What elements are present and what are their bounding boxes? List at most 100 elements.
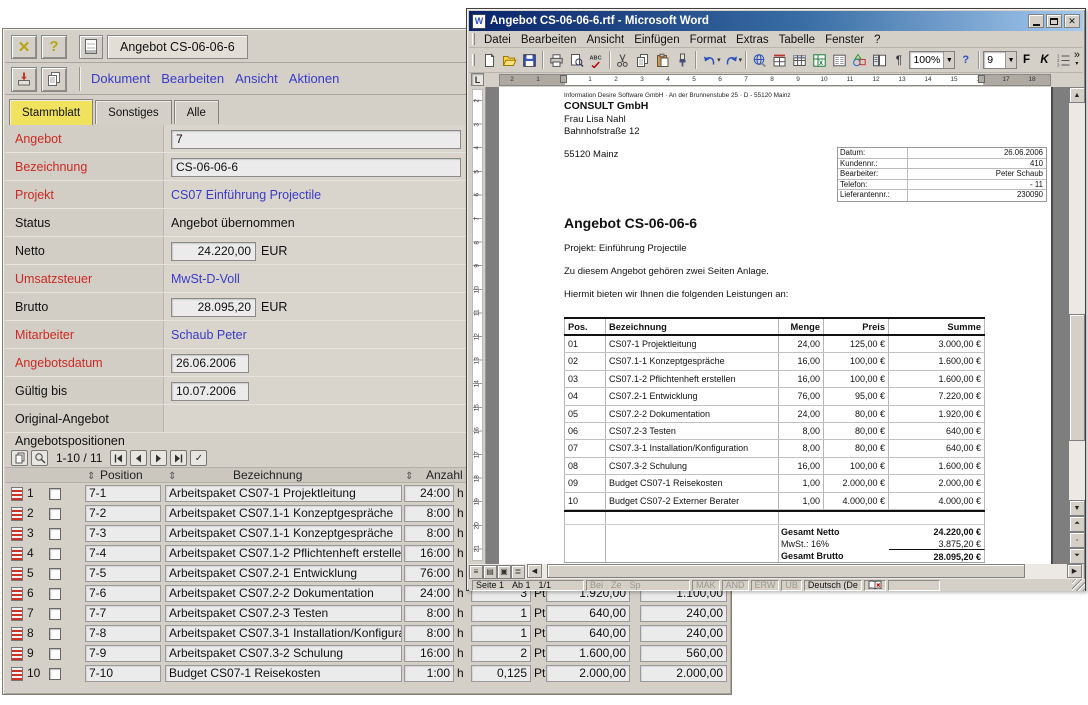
position-cell[interactable]: 7-9 — [85, 645, 161, 662]
spelling-status-segment[interactable] — [864, 580, 886, 591]
word-menu-item[interactable]: Datei — [479, 34, 516, 46]
bezeichnung-cell[interactable]: Arbeitspaket CS07.2-1 Entwicklung — [165, 565, 402, 582]
minimize-icon[interactable] — [1028, 14, 1044, 28]
app-menu-item[interactable]: Bearbeiten — [161, 71, 224, 86]
date-input[interactable]: 10.07.2006 — [171, 382, 249, 401]
normal-view-icon[interactable]: ≡ — [469, 565, 483, 579]
row-checkbox[interactable] — [49, 608, 61, 620]
new-document-icon[interactable] — [480, 50, 499, 70]
days-cell[interactable]: 1 — [471, 605, 531, 622]
row-checkbox[interactable] — [49, 508, 61, 520]
italic-button[interactable]: K — [1036, 50, 1053, 70]
mode-toggle[interactable]: ÄND — [722, 580, 749, 591]
sort-bezeichnung[interactable]: ⇕ — [168, 468, 181, 484]
app-menu-item[interactable]: Aktionen — [289, 71, 340, 86]
position-item-icon[interactable] — [11, 667, 23, 681]
row-checkbox[interactable] — [49, 548, 61, 560]
anzahl-cell[interactable]: 8:00 — [404, 505, 454, 522]
row-checkbox[interactable] — [49, 528, 61, 540]
position-item-icon[interactable] — [11, 547, 23, 561]
position-cell[interactable]: 7-4 — [85, 545, 161, 562]
position-cell[interactable]: 7-5 — [85, 565, 161, 582]
print-layout-view-icon[interactable]: ▣ — [497, 565, 511, 579]
tables-and-borders-icon[interactable] — [770, 50, 789, 70]
mode-toggle[interactable]: ÜB — [781, 580, 802, 591]
app-tab[interactable]: Sonstiges — [95, 100, 172, 124]
insert-table-icon[interactable] — [790, 50, 809, 70]
print-preview-icon[interactable] — [567, 50, 586, 70]
preis-cell[interactable]: 1.600,00 — [546, 645, 630, 662]
anzahl-cell[interactable]: 8:00 — [404, 605, 454, 622]
preis-cell[interactable]: 2.000,00 — [546, 665, 630, 682]
position-cell[interactable]: 7-6 — [85, 585, 161, 602]
paste-icon[interactable] — [653, 50, 672, 70]
bezeichnung-cell[interactable]: Arbeitspaket CS07.1-1 Konzeptgespräche — [165, 505, 402, 522]
anzahl-cell[interactable]: 24:00 — [404, 485, 454, 502]
position-cell[interactable]: 7-7 — [85, 605, 161, 622]
row-checkbox[interactable] — [49, 648, 61, 660]
window-title-tab[interactable]: Angebot CS-06-06-6 — [107, 35, 248, 59]
bezeichnung-cell[interactable]: Arbeitspaket CS07.3-1 Installation/Konfi… — [165, 625, 402, 642]
position-cell[interactable]: 7-10 — [85, 665, 161, 682]
scroll-left-icon[interactable]: ◀ — [527, 564, 542, 578]
row-checkbox[interactable] — [49, 488, 61, 500]
save-icon[interactable] — [520, 50, 539, 70]
position-item-icon[interactable] — [11, 627, 23, 641]
anzahl-cell[interactable]: 1:00 — [404, 665, 454, 682]
zoom-select[interactable]: 100%▼ — [909, 51, 955, 69]
tab-selector[interactable]: L — [471, 73, 484, 86]
prev-page-icon[interactable] — [130, 450, 147, 466]
days-cell[interactable]: 2 — [471, 645, 531, 662]
bezeichnung-cell[interactable]: Arbeitspaket CS07-1 Projektleitung — [165, 485, 402, 502]
bezeichnung-cell[interactable]: Arbeitspaket CS07.1-1 Konzeptgespräche — [165, 525, 402, 542]
anzahl-cell[interactable]: 24:00 — [404, 585, 454, 602]
row-checkbox[interactable] — [49, 628, 61, 640]
kosten-cell[interactable]: 2.000,00 — [640, 665, 727, 682]
import-icon[interactable] — [11, 67, 37, 92]
amount-input[interactable]: 24.220,00 — [171, 242, 256, 261]
scroll-up-icon[interactable]: ▲ — [1069, 87, 1085, 103]
copy-icon[interactable] — [633, 50, 652, 70]
web-layout-view-icon[interactable]: ▤ — [483, 565, 497, 579]
font-size-dropdown-icon[interactable]: ▼ — [1005, 52, 1016, 68]
resize-grip[interactable] — [1072, 579, 1085, 591]
format-painter-icon[interactable] — [673, 50, 692, 70]
vertical-scrollbar[interactable]: ▲ ▼ ⏶ ◦ ⏷ — [1069, 87, 1085, 564]
anzahl-cell[interactable]: 16:00 — [404, 645, 454, 662]
word-menu-item[interactable]: Extras — [731, 34, 774, 46]
sort-position[interactable]: ⇕Position — [87, 468, 143, 484]
position-item-icon[interactable] — [11, 487, 23, 501]
menubar-handle[interactable] — [472, 33, 475, 45]
select-all-icon[interactable]: ✓ — [190, 450, 207, 466]
spelling-icon[interactable]: ABC — [587, 50, 606, 70]
horizontal-scrollbar[interactable]: ≡ ▤ ▣ ≣ ◀ ▶ — [469, 564, 1083, 579]
position-cell[interactable]: 7-1 — [85, 485, 161, 502]
document-icon[interactable] — [79, 35, 103, 59]
copy-documents-icon[interactable] — [41, 67, 67, 92]
vertical-scroll-thumb[interactable] — [1069, 314, 1085, 441]
field-link[interactable]: Schaub Peter — [171, 328, 247, 342]
indent-marker-right[interactable] — [978, 75, 985, 83]
days-cell[interactable]: 0,125 — [471, 665, 531, 682]
help-icon[interactable]: ? — [956, 50, 975, 70]
kosten-cell[interactable]: 560,00 — [640, 645, 727, 662]
word-menu-item[interactable]: Einfügen — [629, 34, 684, 46]
horizontal-scroll-thumb[interactable] — [547, 564, 1025, 578]
document-page[interactable]: Information Desire Software GmbH · An de… — [499, 87, 1051, 564]
kosten-cell[interactable]: 240,00 — [640, 625, 727, 642]
show-paragraph-marks-icon[interactable]: ¶ — [890, 50, 909, 70]
mode-toggle[interactable]: ERW — [751, 580, 780, 591]
app-menu-item[interactable]: Dokument — [91, 71, 150, 86]
browse-object-icon[interactable]: ◦ — [1069, 532, 1085, 548]
zoom-dropdown-icon[interactable]: ▼ — [943, 52, 954, 68]
toolbar-handle[interactable] — [472, 54, 475, 66]
outline-view-icon[interactable]: ≣ — [511, 565, 525, 579]
field-link[interactable]: CS07 Einführung Projectile — [171, 188, 321, 202]
font-size-select[interactable]: 9▼ — [983, 51, 1017, 69]
next-page-icon[interactable] — [150, 450, 167, 466]
scroll-right-icon[interactable]: ▶ — [1067, 564, 1082, 578]
copy-icon[interactable] — [11, 450, 28, 466]
open-icon[interactable] — [500, 50, 519, 70]
anzahl-cell[interactable]: 8:00 — [404, 625, 454, 642]
field-link[interactable]: MwSt-D-Voll — [171, 272, 240, 286]
